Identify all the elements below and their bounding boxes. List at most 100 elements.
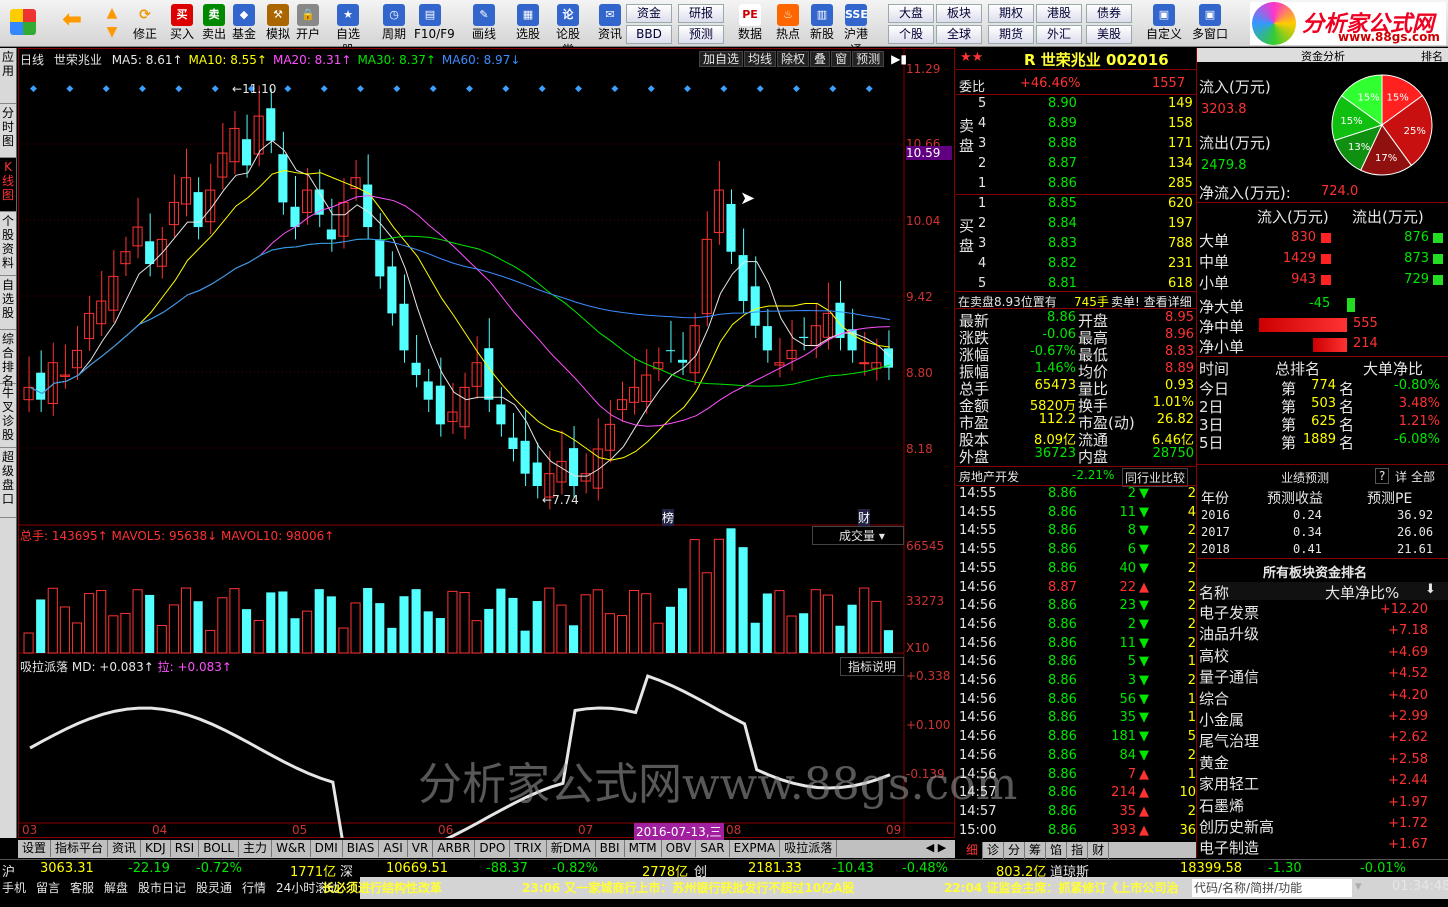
forum-button[interactable]: 论论股堂 xyxy=(552,3,584,57)
indicator-tab-21[interactable]: 吸拉派落 xyxy=(780,840,838,857)
chart-btn-5[interactable]: 预测 xyxy=(852,51,885,67)
fund-button[interactable]: ◆ 基金 xyxy=(228,3,260,45)
market-button[interactable]: 大盘 xyxy=(888,4,934,23)
status-item-1[interactable]: 留言 xyxy=(36,879,60,896)
hk-button[interactable]: 港股 xyxy=(1036,4,1082,23)
research-button[interactable]: 研报 xyxy=(678,4,724,23)
quote-tab-0[interactable]: 细 xyxy=(962,842,984,859)
sector-name[interactable]: 量子通信 xyxy=(1199,666,1259,687)
data-button[interactable]: PE 数据 xyxy=(734,3,766,45)
indicator-tab-17[interactable]: MTM xyxy=(625,840,662,857)
indicator-tab-12[interactable]: ARBR xyxy=(433,840,476,857)
indicator-tab-3[interactable]: KDJ xyxy=(141,840,171,857)
sector-name[interactable]: 创历史新高 xyxy=(1199,816,1274,837)
indicator-tab-5[interactable]: BOLL xyxy=(199,840,240,857)
indicator-tab-1[interactable]: 指标平台 xyxy=(51,840,109,857)
news-ticker-1[interactable]: 长必须进行结构性改革 xyxy=(322,879,442,896)
sector-name[interactable]: 电子制造 xyxy=(1199,837,1259,858)
draw-button[interactable]: ✎ 画线 xyxy=(468,3,500,45)
volume-select[interactable]: 成交量 ▾ xyxy=(812,526,904,545)
left-tab-4[interactable]: 自选股 xyxy=(0,276,16,330)
customize-button[interactable]: ▣ 自定义 xyxy=(1142,3,1186,45)
indicator-help-button[interactable]: 指标说明 xyxy=(840,657,904,676)
sector-name[interactable]: 综合 xyxy=(1199,688,1229,709)
indicator-tab-8[interactable]: DMI xyxy=(311,840,343,857)
app-logo-icon[interactable] xyxy=(4,3,42,45)
bond-button[interactable]: 债券 xyxy=(1086,4,1132,23)
futures-button[interactable]: 期货 xyxy=(988,25,1034,44)
stock-button[interactable]: 个股 xyxy=(888,25,934,44)
status-item-4[interactable]: 股市日记 xyxy=(138,879,186,896)
status-item-0[interactable]: 手机 xyxy=(2,879,26,896)
left-tab-3[interactable]: 个股资料 xyxy=(0,212,16,276)
option-button[interactable]: 期权 xyxy=(988,4,1034,23)
multi-window-button[interactable]: ▣ 多窗口 xyxy=(1188,3,1232,45)
left-tab-2[interactable]: K线图 xyxy=(0,158,16,212)
indicator-tab-7[interactable]: W&R xyxy=(272,840,311,857)
sector-name[interactable]: 油品升级 xyxy=(1199,623,1259,644)
indicator-tab-18[interactable]: OBV xyxy=(662,840,697,857)
indicator-tab-15[interactable]: 新DMA xyxy=(547,840,596,857)
forex-button[interactable]: 外汇 xyxy=(1036,25,1082,44)
sell-button[interactable]: 卖卖出 xyxy=(198,3,230,45)
forecast-all-button[interactable]: 全部 xyxy=(1411,468,1435,485)
left-tab-1[interactable]: 分时图 xyxy=(0,104,16,158)
left-tab-7[interactable]: 超级盘口 xyxy=(0,448,16,518)
chart-menu-icon[interactable]: ▶▮ xyxy=(891,52,907,66)
f10-button[interactable]: ▤ F10/F9 xyxy=(414,3,455,45)
status-item-3[interactable]: 解盘 xyxy=(104,879,128,896)
up-arrow-icon[interactable]: ▲ ▼ xyxy=(98,3,126,45)
global-button[interactable]: 全球 xyxy=(936,25,982,44)
status-item-6[interactable]: 行情 xyxy=(242,879,266,896)
indicator-tab-2[interactable]: 资讯 xyxy=(108,840,142,857)
indicator-tab-14[interactable]: TRIX xyxy=(510,840,547,857)
fund-button[interactable]: 资金 xyxy=(626,4,672,23)
forecast-detail-button[interactable]: 详 xyxy=(1395,468,1407,485)
status-item-5[interactable]: 股灵通 xyxy=(196,879,232,896)
indicator-tab-19[interactable]: SAR xyxy=(696,840,730,857)
hot-button[interactable]: ♨ 热点 xyxy=(772,3,804,45)
news-ticker-2[interactable]: 23:06 又一家城商行上市：苏州银行获批发行不超过10亿A股 xyxy=(522,879,854,896)
fix-button[interactable]: ⟳ 修正 xyxy=(128,3,162,45)
indicator-tab-20[interactable]: EXPMA xyxy=(730,840,781,857)
quote-tab-4[interactable]: 馅 xyxy=(1046,842,1068,859)
new-stock-button[interactable]: ▥ 新股 xyxy=(806,3,838,45)
forecast-button[interactable]: 预测 xyxy=(678,25,724,44)
left-tab-0[interactable]: 应用 xyxy=(0,48,16,104)
sector-name[interactable]: 小金属 xyxy=(1199,709,1244,730)
scroll-arrows-icon[interactable]: ◀ ▶ xyxy=(920,841,952,857)
search-dropdown-icon[interactable]: ▾ xyxy=(1355,879,1362,894)
quote-tab-6[interactable]: 财 xyxy=(1088,842,1110,859)
indicator-tab-16[interactable]: BBI xyxy=(596,840,625,857)
sector-name[interactable]: 黄金 xyxy=(1199,752,1229,773)
indicator-tab-11[interactable]: VR xyxy=(408,840,434,857)
quote-tab-5[interactable]: 指 xyxy=(1067,842,1089,859)
quote-tab-1[interactable]: 诊 xyxy=(983,842,1005,859)
back-icon[interactable]: ⬅ xyxy=(54,3,90,45)
sector-name[interactable]: 家用轻工 xyxy=(1199,773,1259,794)
indicator-tab-9[interactable]: BIAS xyxy=(343,840,380,857)
indicator-tab-13[interactable]: DPO xyxy=(475,840,511,857)
chart-btn-3[interactable]: 叠 xyxy=(810,51,831,67)
forecast-help-button[interactable]: ? xyxy=(1375,468,1390,484)
indicator-tab-6[interactable]: 主力 xyxy=(239,840,273,857)
indicator-tab-4[interactable]: RSI xyxy=(171,840,200,857)
news-ticker-3[interactable]: 22:04 证监会主席：抓紧修订《上市公司治 xyxy=(944,879,1178,896)
star-icon[interactable]: ★★ xyxy=(960,50,983,65)
sector-name[interactable]: 高校 xyxy=(1199,645,1229,666)
sector-button[interactable]: 板块 xyxy=(936,4,982,23)
industry-label[interactable]: 房地产开发 xyxy=(959,468,1019,485)
watchlist-button[interactable]: ★ 自选股 xyxy=(332,3,364,57)
status-item-2[interactable]: 客服 xyxy=(70,879,94,896)
news-button[interactable]: ✉ 资讯 xyxy=(594,3,626,45)
cai-marker[interactable]: 财 xyxy=(858,509,871,526)
hk-connect-button[interactable]: SSE 沪港通 xyxy=(840,3,872,57)
indicator-tab-0[interactable]: 设置 xyxy=(18,840,52,857)
buy-button[interactable]: 买买入 xyxy=(166,3,198,45)
period-button[interactable]: ◷ 周期 xyxy=(378,3,410,45)
quote-tab-2[interactable]: 分 xyxy=(1004,842,1026,859)
sort-desc-icon[interactable]: ⬇ xyxy=(1425,582,1436,597)
kline-chart[interactable]: ◆ ◆ ◆ ◆ ◆ ◆ ◆ ◆ ◆ ◆ ◆ ◆ ◆ ◆ ◆ ◆ ◆ ◆ ◆ ◆ ◆ ◆ ◆ ◆ xyxy=(18,48,955,838)
stock-picker-button[interactable]: ▦ 选股 xyxy=(512,3,544,45)
sector-name[interactable]: 尾气治理 xyxy=(1199,730,1259,751)
